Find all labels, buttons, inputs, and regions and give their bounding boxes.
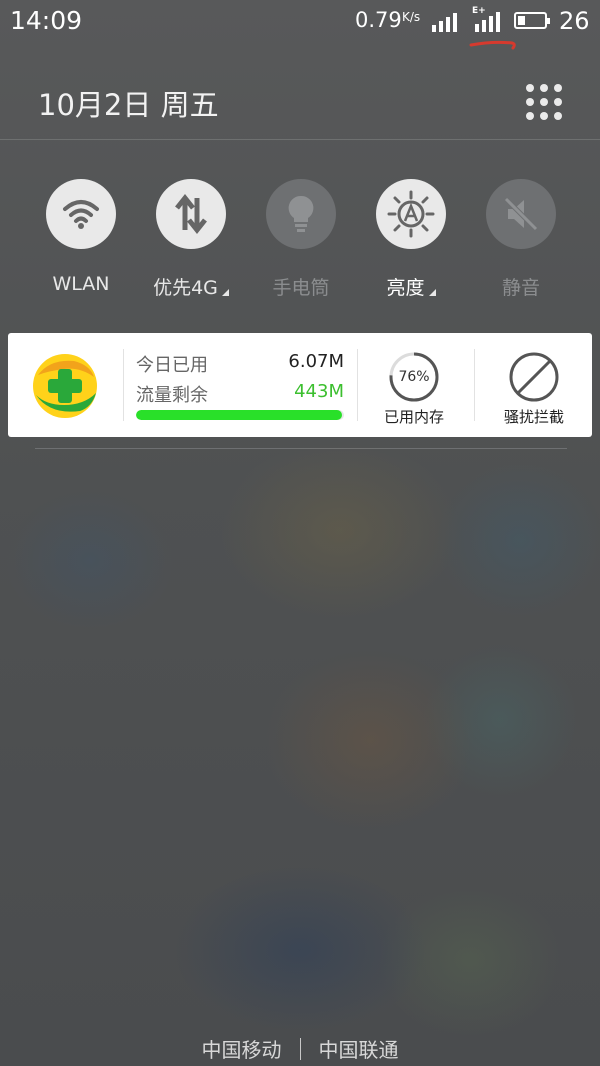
brightness-auto-icon[interactable] xyxy=(376,179,446,249)
data-usage-progress-fill xyxy=(136,410,342,420)
card-separator xyxy=(357,349,358,421)
toggle-wlan-label: WLAN xyxy=(52,273,110,295)
card-separator xyxy=(123,349,124,421)
signal-strength-icon xyxy=(432,13,457,32)
data-remaining-label: 流量剩余 xyxy=(136,385,208,406)
security-widget-card[interactable]: 今日已用 6.07M 流量剩余 443M 76% 已用内存 骚扰拦截 xyxy=(8,333,592,437)
net-speed-unit: K/s xyxy=(402,10,421,24)
net-speed: 0.79 xyxy=(355,8,402,32)
data-arrows-icon[interactable] xyxy=(156,179,226,249)
carrier-labels: 中国移动 中国联通 xyxy=(0,1034,600,1063)
carrier-1: 中国移动 xyxy=(201,1038,282,1062)
memory-percent: 76% xyxy=(398,369,430,385)
status-bar: 14:09 0.79 K/s E+ 26 xyxy=(0,0,600,50)
toggle-brightness[interactable]: 亮度 xyxy=(356,179,466,300)
carrier-2: 中国联通 xyxy=(318,1038,399,1062)
toggle-wlan[interactable]: WLAN xyxy=(26,179,136,295)
battery-percent: 26 xyxy=(559,7,590,35)
expand-triangle-icon xyxy=(221,289,229,296)
card-separator xyxy=(474,349,475,421)
expand-triangle-icon xyxy=(428,289,436,296)
toggle-brightness-label: 亮度 xyxy=(386,277,425,299)
battery-level-fill xyxy=(518,16,525,25)
toggle-prefer-4g-label: 优先4G xyxy=(153,277,218,299)
blurred-wallpaper xyxy=(0,0,600,1066)
toggle-flashlight-label: 手电筒 xyxy=(272,277,330,299)
section-divider xyxy=(35,448,567,449)
grid-icon[interactable] xyxy=(522,80,566,124)
memory-used-label: 已用内存 xyxy=(383,408,444,426)
wifi-icon[interactable] xyxy=(46,179,116,249)
flashlight-icon[interactable] xyxy=(266,179,336,249)
carrier-divider xyxy=(299,1038,301,1060)
signal-strength-2-icon xyxy=(475,12,500,32)
toggle-mute-label: 静音 xyxy=(501,277,540,299)
header-divider xyxy=(0,139,600,140)
app-logo-icon[interactable] xyxy=(30,353,100,419)
date-label: 10月2日 周五 xyxy=(38,88,219,122)
harassment-block-label: 骚扰拦截 xyxy=(503,408,564,426)
block-icon[interactable] xyxy=(508,351,560,403)
battery-icon xyxy=(514,12,550,29)
toggle-prefer-4g[interactable]: 优先4G xyxy=(136,179,246,300)
status-time: 14:09 xyxy=(10,6,83,35)
mute-icon[interactable] xyxy=(486,179,556,249)
red-annotation-mark xyxy=(469,40,516,50)
data-usage-progress xyxy=(136,410,344,420)
data-remaining-value: 443M xyxy=(294,381,344,402)
toggle-flashlight[interactable]: 手电筒 xyxy=(246,179,356,300)
today-used-label: 今日已用 xyxy=(136,355,208,376)
toggle-mute[interactable]: 静音 xyxy=(466,179,576,300)
today-used-value: 6.07M xyxy=(288,351,344,372)
